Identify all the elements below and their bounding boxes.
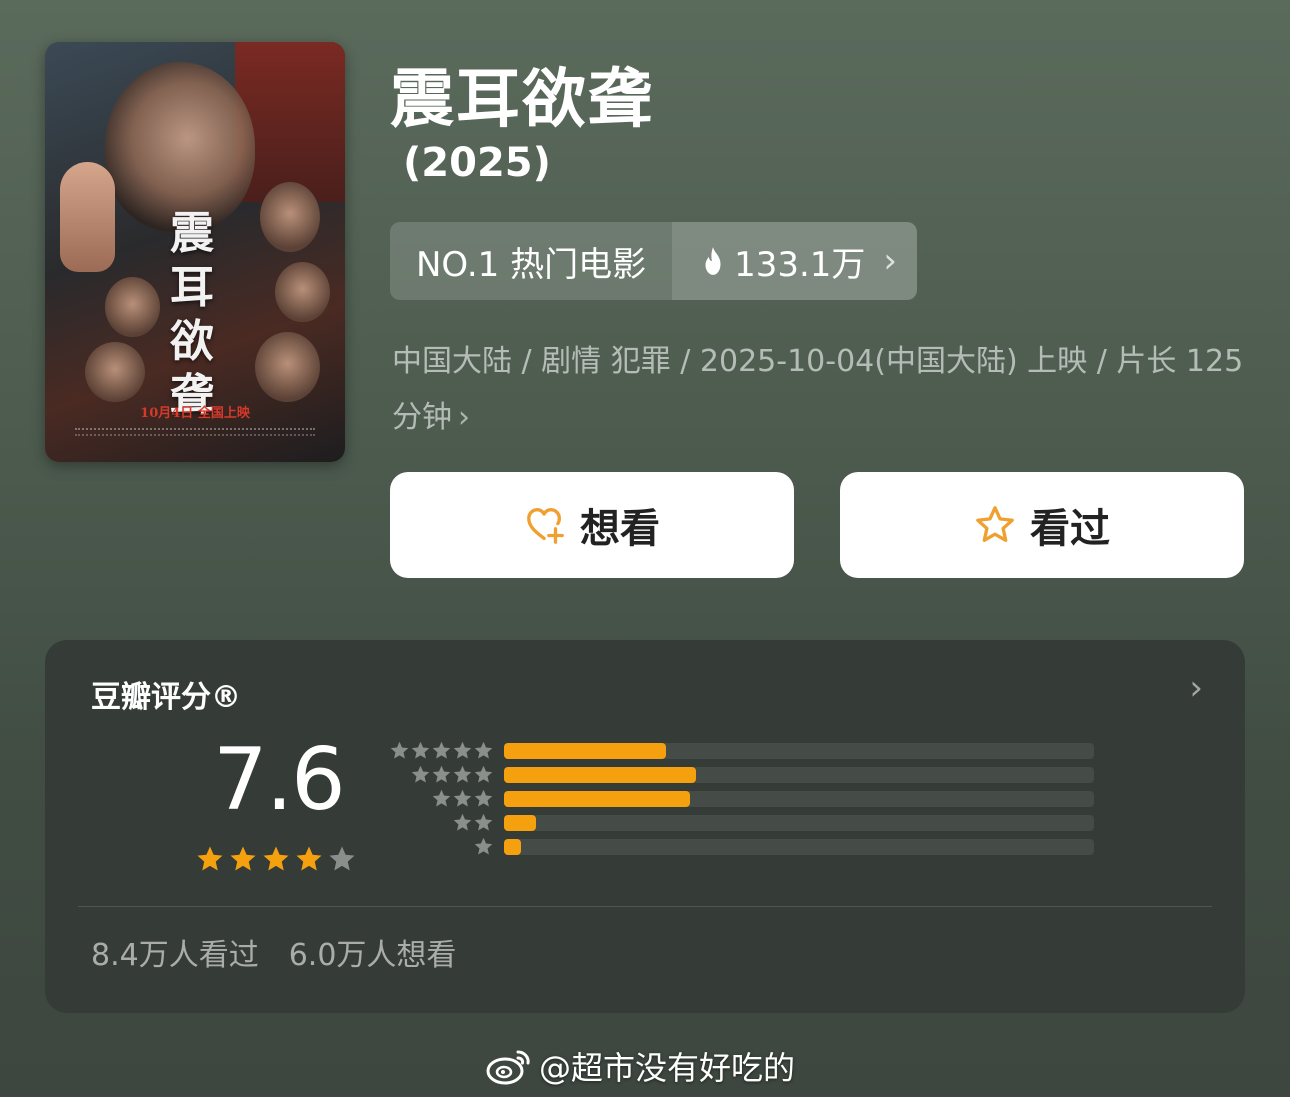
want-to-watch-button[interactable]: 想看 — [390, 472, 794, 578]
star-small-icon — [453, 813, 472, 831]
star-small-icon — [411, 741, 430, 759]
star-small-icon — [453, 789, 472, 807]
movie-title: 震耳欲聋 — [390, 63, 654, 137]
star-small-icon — [432, 789, 451, 807]
poster-credits — [75, 428, 315, 436]
rating-score: 7.6 — [213, 730, 346, 830]
chevron-right-icon: › — [883, 241, 898, 281]
chevron-right-icon: › — [458, 400, 470, 435]
seen-label: 看过 — [1030, 506, 1110, 552]
star-small-icon — [432, 741, 451, 759]
movie-year: (2025) — [403, 140, 551, 186]
poster-title: 震耳欲聋 — [170, 208, 214, 421]
star-filled-icon — [197, 846, 223, 871]
distribution-track — [504, 791, 1094, 807]
star-small-icon — [411, 765, 430, 783]
want-label: 想看 — [580, 506, 660, 552]
star-empty-icon — [329, 846, 355, 871]
weibo-watermark: @超市没有好吃的 — [485, 1043, 795, 1089]
rating-label: 豆瓣评分® — [91, 680, 241, 715]
distribution-stars — [380, 836, 494, 857]
distribution-bar — [504, 743, 666, 759]
star-filled-icon — [296, 846, 322, 871]
distribution-bar — [504, 791, 690, 807]
distribution-track — [504, 839, 1094, 855]
watched-button[interactable]: 看过 — [840, 472, 1244, 578]
watched-count: 8.4万人看过 — [91, 938, 259, 973]
fire-icon — [705, 247, 721, 275]
movie-poster[interactable]: 震耳欲聋 10月4日 全国上映 — [45, 42, 345, 462]
distribution-bar — [504, 815, 536, 831]
meta-text: 中国大陆 / 剧情 犯罪 / 2025-10-04(中国大陆) 上映 / 片长 … — [392, 344, 1244, 435]
distribution-row-3-star — [380, 788, 1094, 809]
rating-stars — [195, 844, 357, 874]
distribution-bar — [504, 767, 696, 783]
star-outline-icon — [976, 506, 1014, 542]
distribution-stars — [380, 812, 494, 833]
star-small-icon — [474, 765, 493, 783]
star-filled-icon — [263, 846, 289, 871]
star-filled-icon — [230, 846, 256, 871]
distribution-track — [504, 743, 1094, 759]
watermark-text: @超市没有好吃的 — [539, 1049, 796, 1087]
distribution-stars — [380, 788, 494, 809]
star-small-icon — [432, 765, 451, 783]
rank-label: NO.1 热门电影 — [390, 222, 673, 300]
chevron-right-icon[interactable]: › — [1189, 668, 1203, 708]
rating-card[interactable]: 豆瓣评分® › 7.6 8.4万人看过 6.0万人想看 — [45, 640, 1245, 1013]
want-count: 6.0万人想看 — [288, 938, 457, 973]
divider — [78, 906, 1212, 907]
rating-stats: 8.4万人看过 6.0万人想看 — [91, 930, 456, 974]
heat-count[interactable]: 133.1万 › — [672, 222, 918, 300]
distribution-row-1-star — [380, 836, 1094, 857]
star-small-icon — [453, 765, 472, 783]
distribution-row-4-star — [380, 764, 1094, 785]
distribution-stars — [380, 764, 494, 785]
star-small-icon — [453, 741, 472, 759]
star-small-icon — [474, 789, 493, 807]
poster-release-note: 10月4日 全国上映 — [140, 406, 250, 421]
star-small-icon — [474, 741, 493, 759]
rank-badge[interactable]: NO.1 热门电影 133.1万 › — [390, 222, 918, 300]
distribution-row-5-star — [380, 740, 1094, 761]
weibo-logo-icon — [486, 1050, 530, 1085]
distribution-track — [504, 767, 1094, 783]
heart-plus-icon — [527, 508, 564, 544]
movie-meta[interactable]: 中国大陆 / 剧情 犯罪 / 2025-10-04(中国大陆) 上映 / 片长 … — [392, 334, 1252, 446]
star-small-icon — [474, 813, 493, 831]
distribution-bar — [504, 839, 521, 855]
distribution-track — [504, 815, 1094, 831]
distribution-row-2-star — [380, 812, 1094, 833]
distribution-stars — [380, 740, 494, 761]
heat-value: 133.1万 — [734, 244, 866, 285]
star-small-icon — [474, 837, 493, 855]
star-small-icon — [390, 741, 409, 759]
poster-hand — [60, 162, 115, 272]
